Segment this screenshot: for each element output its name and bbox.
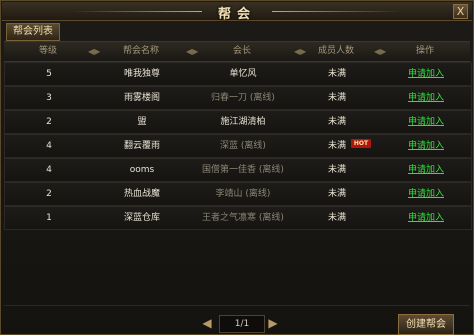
next-page-icon[interactable]: ▶: [267, 315, 279, 331]
prev-page-icon[interactable]: ◀: [201, 315, 213, 331]
column-header-guild-name[interactable]: 帮会名称: [96, 42, 186, 61]
tab-guild-list[interactable]: 帮会列表: [6, 23, 60, 41]
guild-name: 雨雾楼阁: [123, 93, 160, 103]
column-header-members[interactable]: 成员人数: [300, 42, 372, 61]
column-header-leader[interactable]: 会长: [192, 42, 292, 61]
guild-name: 热血战魔: [123, 189, 160, 199]
table-row: 1 深蓝仓库 王者之气凛寒 (离线) 未满 申请加入: [4, 206, 472, 230]
guild-window: 帮会 X 帮会列表 等级 ◀▶ 帮会名称 ◀▶ 会长 ◀▶ 成员人数 ◀▶ 操作…: [0, 0, 474, 335]
guild-name: 唯我独尊: [123, 69, 160, 79]
apply-join-link[interactable]: 申请加入: [381, 207, 471, 229]
column-header-action: 操作: [415, 46, 434, 56]
apply-join-link[interactable]: 申请加入: [381, 135, 471, 157]
guild-level: 4: [46, 141, 52, 151]
table-row: 5 唯我独尊 单忆风 未满 申请加入: [4, 62, 472, 86]
guild-members: 未满: [327, 189, 346, 199]
sort-separator-icon: ◀▶: [88, 47, 101, 56]
hot-badge: HOT: [351, 139, 371, 148]
guild-members: 未满: [327, 69, 346, 79]
guild-name: 深蓝仓库: [123, 213, 160, 223]
guild-level: 3: [46, 93, 52, 103]
guild-leader: 归春一刀 (离线): [211, 93, 275, 103]
guild-leader: 单忆风: [229, 69, 257, 79]
guild-level: 1: [46, 213, 52, 223]
window-title: 帮会: [217, 7, 256, 22]
column-header-level[interactable]: 等级: [4, 42, 92, 61]
footer-divider: [4, 305, 470, 306]
table-row: 4 翻云覆雨 深蓝 (离线) 未满 HOT 申请加入: [4, 134, 472, 158]
create-guild-button[interactable]: 创建帮会: [398, 314, 454, 335]
guild-members: 未满: [327, 165, 346, 175]
guild-level: 2: [46, 189, 52, 199]
guild-level: 5: [46, 69, 52, 79]
table-row: 2 盟 施江湖清柏 未满 申请加入: [4, 110, 472, 134]
guild-name: ooms: [129, 165, 155, 175]
guild-leader: 深蓝 (离线): [220, 141, 266, 151]
table-header: 等级 ◀▶ 帮会名称 ◀▶ 会长 ◀▶ 成员人数 ◀▶ 操作: [4, 41, 470, 62]
title-bar: 帮会 X: [2, 2, 472, 22]
apply-join-link[interactable]: 申请加入: [381, 111, 471, 133]
guild-leader: 李靖山 (离线): [215, 189, 271, 199]
guild-level: 2: [46, 117, 52, 127]
guild-level: 4: [46, 165, 52, 175]
guild-leader: 国僧第一佳香 (离线): [202, 165, 284, 175]
pager: ◀ 1/1 ▶: [201, 315, 281, 333]
apply-join-link[interactable]: 申请加入: [381, 183, 471, 205]
guild-name: 盟: [137, 117, 147, 127]
guild-name: 翻云覆雨: [123, 141, 160, 151]
guild-members: 未满: [327, 213, 346, 223]
table-row: 2 热血战魔 李靖山 (离线) 未满 申请加入: [4, 182, 472, 206]
page-indicator: 1/1: [219, 315, 265, 333]
guild-leader: 王者之气凛寒 (离线): [202, 213, 284, 223]
table-row: 4 ooms 国僧第一佳香 (离线) 未满 申请加入: [4, 158, 472, 182]
guild-members: 未满: [327, 117, 346, 127]
apply-join-link[interactable]: 申请加入: [381, 159, 471, 181]
apply-join-link[interactable]: 申请加入: [381, 63, 471, 85]
apply-join-link[interactable]: 申请加入: [381, 87, 471, 109]
close-button[interactable]: X: [453, 4, 468, 19]
table-row: 3 雨雾楼阁 归春一刀 (离线) 未满 申请加入: [4, 86, 472, 110]
guild-members: 未满: [327, 93, 346, 103]
guild-leader: 施江湖清柏: [220, 117, 266, 127]
